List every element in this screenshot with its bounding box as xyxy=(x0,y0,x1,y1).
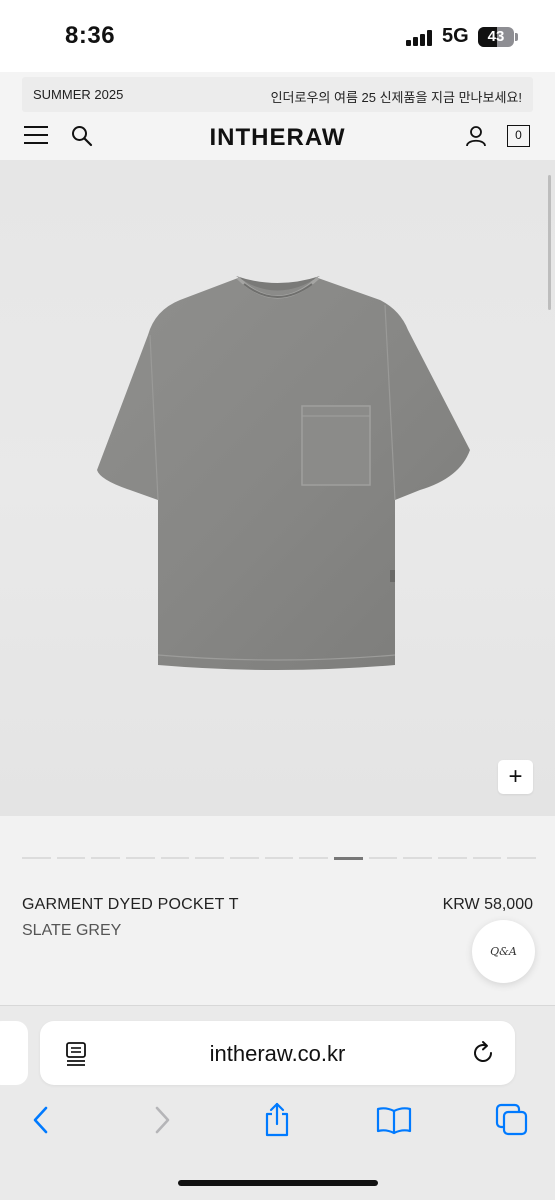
pager-segment[interactable] xyxy=(299,857,329,859)
status-bar: 8:36 5G 43 xyxy=(0,0,555,72)
site-header: SUMMER 2025 인더로우의 여름 25 신제품을 지금 만나보세요! I… xyxy=(0,72,555,160)
share-icon[interactable] xyxy=(259,1102,295,1138)
pager-segment[interactable] xyxy=(368,857,398,859)
reload-icon[interactable] xyxy=(470,1040,496,1066)
pager-segment[interactable] xyxy=(334,857,363,860)
back-icon[interactable] xyxy=(24,1102,60,1138)
status-time: 8:36 xyxy=(65,22,116,49)
pager-segment[interactable] xyxy=(160,857,190,859)
cart-icon[interactable]: 0 xyxy=(507,125,530,147)
pager-segment[interactable] xyxy=(22,857,51,859)
pager-segment[interactable] xyxy=(126,857,155,859)
battery-level: 43 xyxy=(487,28,505,45)
user-icon[interactable] xyxy=(464,124,488,148)
address-bar[interactable]: intheraw.co.kr xyxy=(40,1021,515,1085)
pager-segment[interactable] xyxy=(56,857,86,859)
product-image[interactable]: + xyxy=(0,160,555,816)
signal-icon xyxy=(406,30,434,46)
pager-segment[interactable] xyxy=(403,857,433,859)
image-pager[interactable] xyxy=(22,857,537,860)
product-color: SLATE GREY xyxy=(22,922,122,939)
qa-button[interactable]: Q&A xyxy=(472,920,535,983)
pager-segment[interactable] xyxy=(472,857,502,859)
product-name: GARMENT DYED POCKET T xyxy=(22,896,239,913)
bookmarks-icon[interactable] xyxy=(376,1102,412,1138)
previous-tab[interactable] xyxy=(0,1021,28,1085)
pager-segment[interactable] xyxy=(230,857,259,859)
product-price: KRW 58,000 xyxy=(442,896,533,913)
battery-nub xyxy=(515,33,518,41)
pager-segment[interactable] xyxy=(91,857,121,859)
banner-message: 인더로우의 여름 25 신제품을 지금 만나보세요! xyxy=(270,90,522,105)
url-text[interactable]: intheraw.co.kr xyxy=(40,1041,515,1067)
home-indicator xyxy=(178,1180,378,1186)
zoom-plus-button[interactable]: + xyxy=(498,760,533,794)
page-scrollbar[interactable] xyxy=(548,175,551,310)
pager-segment[interactable] xyxy=(264,857,294,859)
battery-icon: 43 xyxy=(478,27,514,47)
forward-icon[interactable] xyxy=(143,1102,179,1138)
banner-season: SUMMER 2025 xyxy=(33,87,124,102)
pager-segment[interactable] xyxy=(438,857,467,859)
promo-banner[interactable]: SUMMER 2025 인더로우의 여름 25 신제품을 지금 만나보세요! xyxy=(22,77,533,112)
tshirt-image xyxy=(97,276,470,670)
browser-toolbar xyxy=(0,1102,555,1142)
network-type: 5G xyxy=(442,25,469,47)
tabs-icon[interactable] xyxy=(494,1102,530,1138)
browser-chrome: intheraw.co.kr xyxy=(0,1005,555,1200)
pager-segment[interactable] xyxy=(195,857,225,859)
pager-segment[interactable] xyxy=(507,857,537,859)
